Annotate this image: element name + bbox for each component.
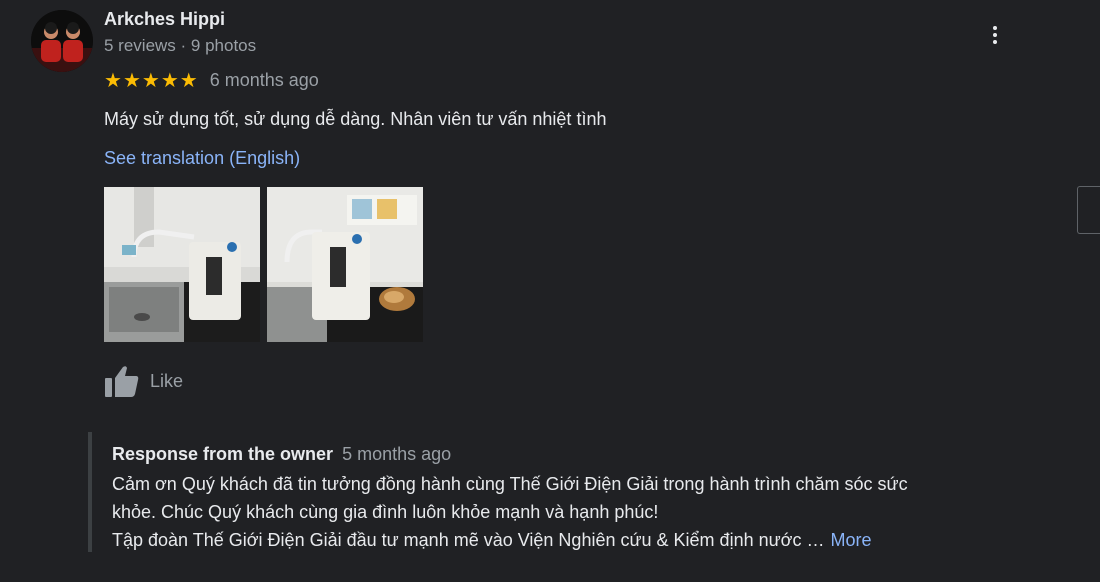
- owner-response-title: Response from the owner: [112, 444, 334, 464]
- owner-response: Response from the owner 5 months ago Cảm…: [88, 432, 1022, 552]
- owner-response-time: 5 months ago: [342, 444, 452, 464]
- owner-response-line: khỏe. Chúc Quý khách cùng gia đình luôn …: [112, 502, 659, 522]
- reviewer-avatar[interactable]: [31, 10, 93, 72]
- review-time: 6 months ago: [209, 70, 319, 90]
- see-translation-link[interactable]: See translation (English): [104, 148, 300, 169]
- star-icon: ★: [141, 69, 160, 92]
- reviewer-name[interactable]: Arkches Hippi: [104, 9, 225, 30]
- owner-response-line: Cảm ơn Quý khách đã tin tưởng đồng hành …: [112, 474, 908, 494]
- review-photo-2[interactable]: [267, 187, 423, 342]
- rating-row: ★ ★ ★ ★ ★ 6 months ago: [104, 70, 319, 91]
- like-button[interactable]: Like: [104, 364, 183, 398]
- owner-response-line: Tập đoàn Thế Giới Điện Giải đầu tư mạnh …: [112, 530, 825, 550]
- like-label: Like: [150, 370, 184, 391]
- more-options-icon[interactable]: [982, 22, 1008, 48]
- owner-response-heading: Response from the owner 5 months ago: [112, 444, 451, 465]
- star-icon: ★: [104, 69, 122, 92]
- thumbs-up-icon: [105, 366, 139, 397]
- more-link[interactable]: More: [830, 530, 871, 550]
- owner-response-text: Cảm ơn Quý khách đã tin tưởng đồng hành …: [112, 470, 1017, 554]
- star-icon: ★: [122, 69, 141, 92]
- star-icon: ★: [179, 69, 198, 92]
- review-photo-1[interactable]: [104, 187, 260, 342]
- review-text: Máy sử dụng tốt, sử dụng dễ dàng. Nhân v…: [104, 109, 607, 129]
- owner-response-line-last: Tập đoàn Thế Giới Điện Giải đầu tư mạnh …: [112, 526, 1017, 554]
- star-icon: ★: [160, 69, 179, 92]
- reviewer-meta: 5 reviews · 9 photos: [104, 36, 257, 55]
- scroll-handle[interactable]: [1077, 186, 1100, 234]
- star-rating: ★ ★ ★ ★ ★: [104, 71, 198, 91]
